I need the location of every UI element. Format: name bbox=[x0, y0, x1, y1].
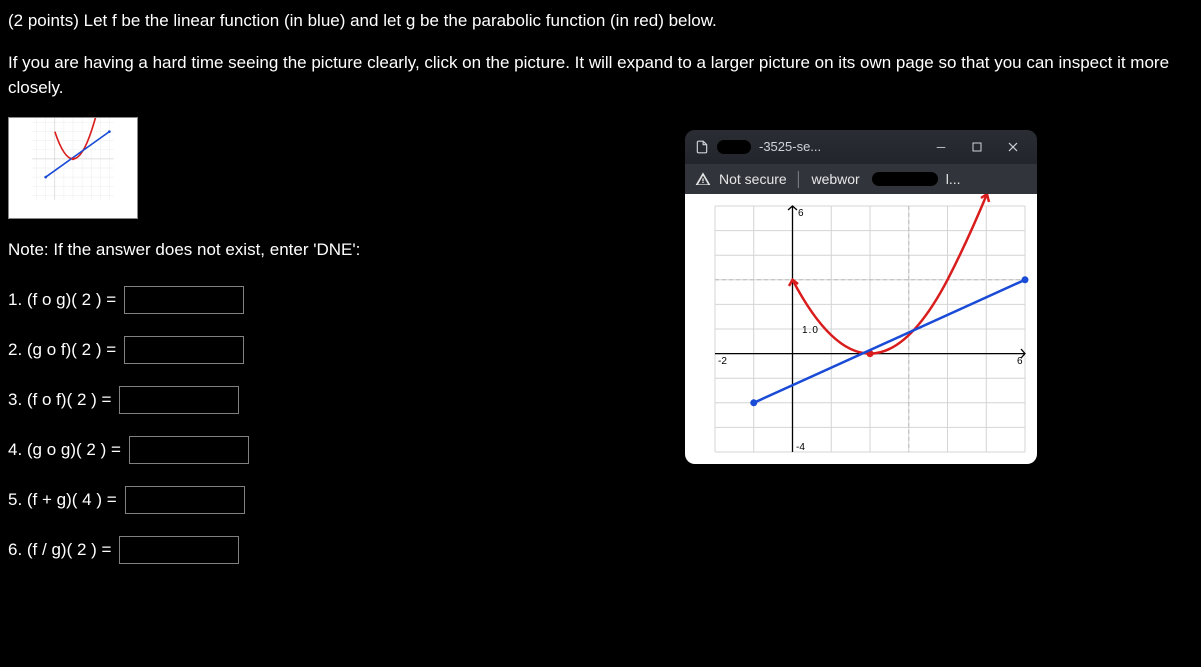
address-trailing: l... bbox=[946, 169, 961, 190]
answer-label: 6. (f / g)( 2 ) = bbox=[8, 537, 111, 563]
graph-thumbnail[interactable] bbox=[8, 117, 136, 219]
not-secure-icon bbox=[695, 171, 711, 187]
answer-label: 1. (f o g)( 2 ) = bbox=[8, 287, 116, 313]
answer-label: 3. (f o f)( 2 ) = bbox=[8, 387, 111, 413]
prompt-main: Let f be the linear function (in blue) a… bbox=[84, 11, 717, 30]
answer-input-4[interactable] bbox=[129, 436, 249, 464]
address-fragment: webwor bbox=[811, 169, 859, 190]
minimize-button[interactable]: ─ bbox=[927, 135, 955, 159]
popup-title: -3525-se... bbox=[759, 137, 821, 157]
answer-input-2[interactable] bbox=[124, 336, 244, 364]
answer-input-5[interactable] bbox=[125, 486, 245, 514]
answer-label: 2. (g o f)( 2 ) = bbox=[8, 337, 116, 363]
popup-titlebar[interactable]: -3525-se... ─ bbox=[685, 130, 1037, 164]
answer-input-3[interactable] bbox=[119, 386, 239, 414]
not-secure-text: Not secure bbox=[719, 169, 787, 190]
redacted-icon bbox=[717, 140, 751, 154]
expanded-image-popup: -3525-se... ─ Not secure │ webwor l... bbox=[685, 130, 1037, 464]
answer-label: 4. (g o g)( 2 ) = bbox=[8, 437, 121, 463]
expanded-graph[interactable]: -2 6 -4 6 1.0 bbox=[685, 194, 1037, 464]
prompt-help: If you are having a hard time seeing the… bbox=[8, 50, 1193, 101]
tick-y-neg4: -4 bbox=[796, 442, 805, 453]
tick-y-6: 6 bbox=[798, 208, 804, 219]
redacted-icon bbox=[872, 172, 938, 186]
maximize-button[interactable] bbox=[963, 135, 991, 159]
tick-y-1: 1.0 bbox=[802, 325, 819, 336]
tick-x-neg2: -2 bbox=[718, 356, 727, 367]
answer-input-6[interactable] bbox=[119, 536, 239, 564]
close-button[interactable] bbox=[999, 135, 1027, 159]
points-text: (2 points) bbox=[8, 11, 79, 30]
problem-statement: (2 points) Let f be the linear function … bbox=[8, 8, 1193, 34]
tick-x-6: 6 bbox=[1017, 356, 1023, 367]
answer-row-5: 5. (f + g)( 4 ) = bbox=[8, 486, 1193, 514]
popup-address-bar[interactable]: Not secure │ webwor l... bbox=[685, 164, 1037, 194]
answer-row-6: 6. (f / g)( 2 ) = bbox=[8, 536, 1193, 564]
page-favicon-icon bbox=[695, 140, 709, 154]
answer-input-1[interactable] bbox=[124, 286, 244, 314]
answer-label: 5. (f + g)( 4 ) = bbox=[8, 487, 117, 513]
